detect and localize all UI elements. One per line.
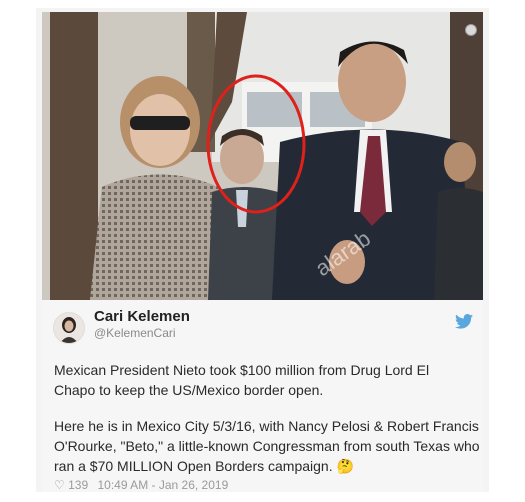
tweet-body: Cari Kelemen @KelemenCari Mexican Presid… <box>42 300 483 492</box>
photo-corner-icon <box>465 24 477 36</box>
tweet-meta: ♡ 139 10:49 AM - Jan 26, 2019 <box>54 478 228 492</box>
tweet-text-paragraph-2: Here he is in Mexico City 5/3/16, with N… <box>54 418 480 474</box>
heart-icon[interactable]: ♡ <box>54 478 65 492</box>
tweet-photo[interactable]: alarab <box>42 12 483 300</box>
avatar-image <box>54 313 84 343</box>
photo-illustration: alarab <box>42 12 483 300</box>
author-name[interactable]: Cari Kelemen <box>94 308 190 325</box>
tweet-text-paragraph-1: Mexican President Nieto took $100 millio… <box>54 362 430 398</box>
tweet-timestamp[interactable]: 10:49 AM - Jan 26, 2019 <box>97 478 228 492</box>
like-count[interactable]: 139 <box>68 478 88 492</box>
twitter-bird-icon[interactable] <box>455 314 473 334</box>
tweet-card: alarab Cari Kelemen @KelemenCari Mexican… <box>36 8 489 492</box>
author-handle[interactable]: @KelemenCari <box>94 326 176 340</box>
avatar[interactable] <box>53 312 85 344</box>
